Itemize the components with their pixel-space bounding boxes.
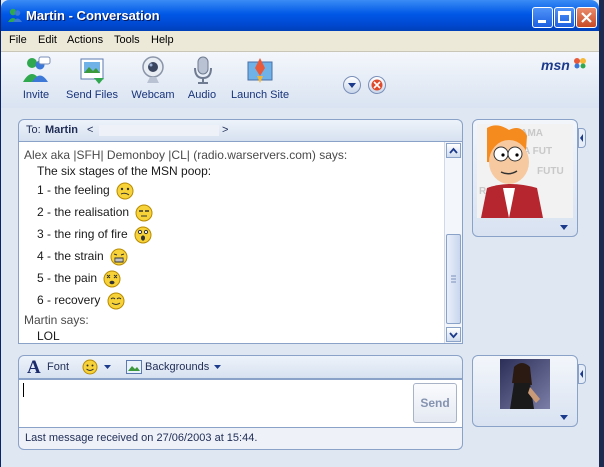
webcam-icon [142, 56, 164, 83]
desktop-background [599, 0, 604, 467]
message-line: 1 - the feeling [37, 183, 110, 198]
my-display-picture-panel [472, 355, 578, 427]
window-title: Martin - Conversation [26, 8, 160, 23]
chevron-down-icon[interactable] [559, 224, 569, 232]
audio-icon [194, 56, 212, 84]
last-message-status: Last message received on 27/06/2003 at 1… [25, 432, 258, 444]
my-avatar[interactable] [500, 359, 550, 409]
launch-site-icon [247, 58, 273, 83]
redacted-email [99, 125, 219, 136]
sender-line: Martin says: [24, 313, 89, 327]
backgrounds-icon [126, 360, 142, 374]
minimize-icon [538, 20, 546, 23]
chevron-down-icon [348, 83, 356, 88]
surprised-face-icon [134, 226, 152, 244]
menu-actions[interactable]: Actions [67, 34, 103, 46]
message-line: 4 - the strain [37, 249, 104, 264]
msn-buddy-icon [8, 8, 22, 22]
block-icon [371, 79, 383, 91]
relieved-face-icon [107, 292, 125, 310]
chevron-up-icon [449, 147, 458, 154]
dizzy-face-icon [103, 270, 121, 288]
menu-bar: File Edit Actions Tools Help [1, 31, 599, 52]
chevron-down-icon [449, 332, 458, 339]
invite-icon [23, 56, 51, 82]
message-line: 6 - recovery [37, 293, 101, 308]
sender-line: Alex aka |SFH| Demonboy |CL| (radio.wars… [24, 148, 348, 162]
contact-display-picture-panel: RAMAA FUTFUTURAMAA FUTU [472, 119, 578, 237]
conversation-history[interactable]: Alex aka |SFH| Demonboy |CL| (radio.wars… [18, 141, 463, 344]
message-line: 5 - the pain [37, 271, 98, 286]
grimace-face-icon [110, 248, 128, 266]
message-line: The six stages of the MSN poop: [37, 164, 212, 178]
invite-button[interactable]: Invite [19, 54, 53, 101]
msn-logo-text: msn [541, 57, 570, 73]
webcam-button[interactable]: Webcam [131, 54, 175, 101]
title-bar[interactable]: Martin - Conversation [1, 0, 599, 31]
more-options-button[interactable] [343, 76, 361, 94]
send-files-label: Send Files [66, 89, 118, 101]
chevron-down-icon[interactable] [103, 364, 112, 370]
launch-site-label: Launch Site [231, 89, 290, 101]
send-files-icon [80, 58, 104, 84]
font-icon[interactable]: A [27, 357, 41, 379]
backgrounds-button[interactable]: Backgrounds [145, 361, 209, 373]
menu-edit[interactable]: Edit [38, 34, 57, 46]
compose-toolbar: A Font Backgrounds [18, 355, 463, 379]
scroll-up-button[interactable] [446, 143, 461, 158]
status-bar: Last message received on 27/06/2003 at 1… [18, 428, 463, 450]
menu-tools[interactable]: Tools [114, 34, 140, 46]
font-button[interactable]: Font [47, 361, 69, 373]
toolbar: Invite Send Files Webcam Audio Launch Si… [1, 52, 599, 108]
launch-site-button[interactable]: Launch Site [231, 54, 289, 101]
chevron-left-icon [580, 134, 583, 142]
minimize-button[interactable] [532, 7, 553, 28]
maximize-button[interactable] [554, 7, 575, 28]
to-email-close: > [222, 124, 229, 136]
msn-logo: msn [541, 57, 586, 73]
audio-label: Audio [187, 89, 217, 101]
butterfly-icon [573, 58, 586, 69]
message-compose-area[interactable]: Send [18, 379, 463, 428]
chevron-down-icon[interactable] [559, 414, 569, 422]
confused-face-icon [116, 182, 134, 200]
send-button[interactable]: Send [413, 383, 457, 423]
scroll-down-button[interactable] [446, 327, 461, 342]
webcam-label: Webcam [131, 89, 175, 101]
send-files-button[interactable]: Send Files [66, 54, 118, 101]
invite-label: Invite [22, 89, 50, 101]
hide-my-picture-toggle[interactable] [578, 364, 586, 384]
svg-text:FUTU: FUTU [537, 166, 564, 177]
conversation-window: Martin - Conversation File Edit Actions … [0, 0, 599, 467]
block-button[interactable] [368, 76, 386, 94]
maximize-icon [558, 11, 571, 23]
disappointed-face-icon [135, 204, 153, 222]
to-email-open: < [87, 124, 94, 136]
to-contact-name[interactable]: Martin [45, 124, 78, 136]
grip-icon [451, 275, 456, 283]
message-line: LOL [37, 329, 60, 343]
to-prefix: To: [26, 124, 41, 136]
menu-help[interactable]: Help [151, 34, 174, 46]
audio-button[interactable]: Audio [187, 54, 217, 101]
conversation-scrollbar[interactable] [444, 142, 462, 343]
text-caret [23, 383, 24, 397]
message-line: 2 - the realisation [37, 205, 130, 220]
chevron-left-icon [580, 370, 583, 378]
chevron-down-icon[interactable] [213, 364, 222, 370]
hide-display-picture-toggle[interactable] [578, 128, 586, 148]
close-button[interactable] [576, 7, 597, 28]
scroll-thumb[interactable] [446, 234, 461, 324]
close-icon [581, 12, 592, 23]
menu-file[interactable]: File [9, 34, 27, 46]
emoticon-button-icon[interactable] [82, 359, 98, 375]
contact-avatar[interactable]: RAMAA FUTFUTURAMAA FUTU [477, 124, 573, 218]
to-bar: To: Martin < > [18, 119, 463, 141]
message-line: 3 - the ring of fire [37, 227, 128, 242]
